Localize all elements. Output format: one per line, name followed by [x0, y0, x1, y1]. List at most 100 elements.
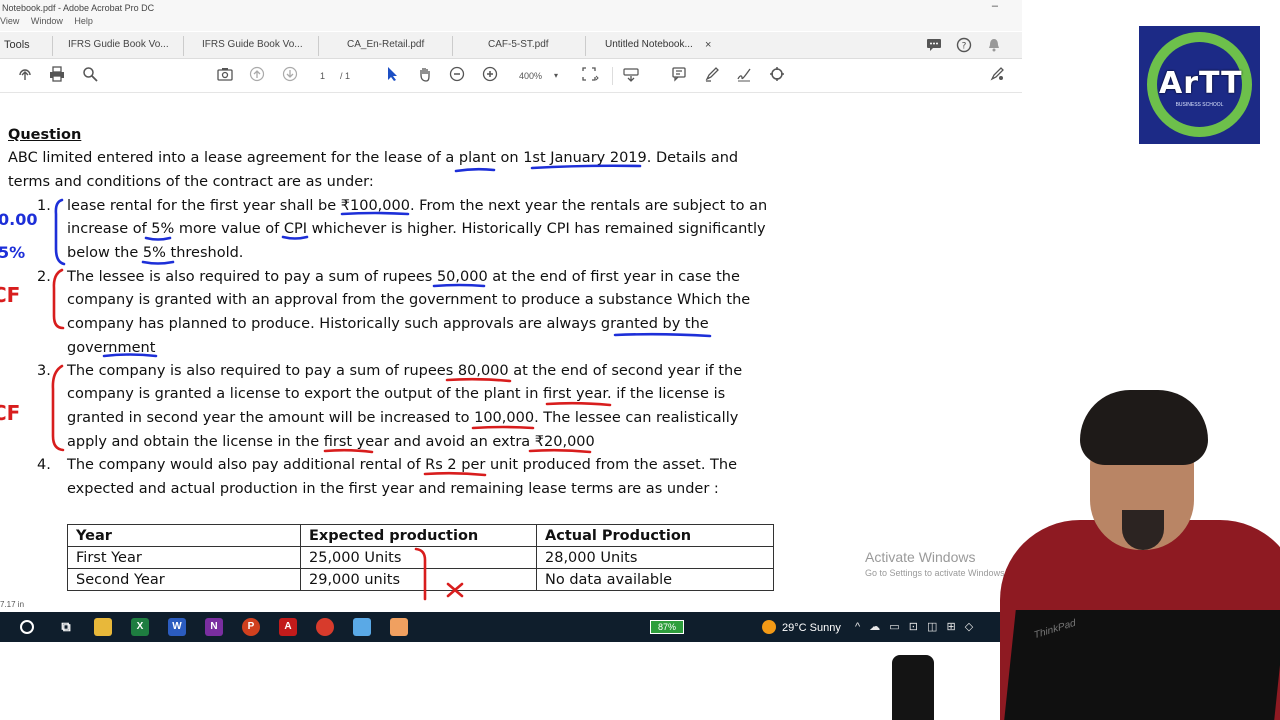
onenote-icon[interactable]: N: [205, 618, 223, 636]
fit-page-icon[interactable]: [581, 66, 599, 86]
margin-note: CF: [0, 401, 20, 425]
signature-icon[interactable]: [735, 66, 753, 86]
tab-ca-en-retail[interactable]: CA_En-Retail.pdf: [347, 39, 424, 50]
pdf-page: Question ABC limited entered into a leas…: [0, 94, 1022, 606]
tab-tools[interactable]: Tools: [4, 39, 30, 51]
fill-sign-icon[interactable]: [988, 66, 1006, 86]
item-2-line-3: company has planned to produce. Historic…: [67, 316, 709, 332]
photos-icon[interactable]: [390, 618, 408, 636]
minimize-button[interactable]: –: [992, 0, 998, 12]
tab-untitled-notebook[interactable]: Untitled Notebook...: [605, 39, 693, 50]
item-2-line-4: government: [67, 340, 156, 356]
help-icon[interactable]: ?: [956, 37, 972, 56]
keyboard-icon[interactable]: [622, 66, 640, 86]
menu-view[interactable]: View: [0, 16, 19, 26]
select-cursor-icon[interactable]: [383, 66, 401, 86]
menu-window[interactable]: Window: [31, 16, 63, 26]
previous-page-icon[interactable]: [248, 66, 266, 86]
next-page-icon[interactable]: [281, 66, 299, 86]
system-tray-icons[interactable]: ^ ☁ ▭ ⊡ ◫ ⊞ ◇: [855, 620, 976, 633]
item-1-line-1: lease rental for the first year shall be…: [67, 198, 768, 214]
production-table: Year Expected production Actual Producti…: [67, 524, 774, 591]
laptop-brand: ThinkPad: [1032, 617, 1077, 642]
bell-icon[interactable]: [986, 37, 1002, 56]
excel-icon[interactable]: X: [131, 618, 149, 636]
table-cell: 28,000 Units: [536, 546, 774, 569]
zoom-out-icon[interactable]: [448, 66, 466, 86]
item-1-line-2: increase of 5% more value of CPI whichev…: [67, 221, 766, 237]
powerpoint-icon[interactable]: P: [242, 618, 260, 636]
tab-caf-5-st[interactable]: CAF-5-ST.pdf: [488, 39, 549, 50]
item-number: 2.: [37, 269, 51, 285]
intro-line-1: ABC limited entered into a lease agreeme…: [8, 150, 739, 166]
snapshot-icon[interactable]: [216, 66, 234, 86]
item-3-line-1: The company is also required to pay a su…: [67, 363, 743, 379]
presenter-webcam: ThinkPad: [960, 380, 1280, 720]
presenter-beard: [1122, 510, 1164, 550]
margin-note: CF: [0, 283, 20, 307]
item-number: 1.: [37, 198, 51, 214]
item-2-line-1: The lessee is also required to pay a sum…: [67, 269, 740, 285]
zoom-in-icon[interactable]: [481, 66, 499, 86]
close-tab-icon[interactable]: ×: [705, 39, 711, 51]
acrobat-icon[interactable]: A: [279, 618, 297, 636]
highlight-pen-icon[interactable]: [703, 66, 721, 86]
logo-tagline: BUSINESS SCHOOL: [1175, 102, 1224, 108]
microphone: [892, 655, 934, 720]
item-1-line-3: below the 5% threshold.: [67, 245, 244, 261]
menu-help[interactable]: Help: [74, 16, 93, 26]
laptop: ThinkPad: [1004, 610, 1280, 720]
task-view-icon[interactable]: ⧉: [57, 618, 75, 636]
page-total: / 1: [340, 71, 351, 81]
logo-wordmark: ArTT: [1159, 66, 1243, 101]
table-row: Second Year 29,000 units No data availab…: [67, 568, 774, 591]
print-icon[interactable]: [48, 66, 66, 86]
page-number-input[interactable]: 1: [320, 71, 325, 81]
add-comment-icon[interactable]: [670, 66, 688, 86]
battery-indicator[interactable]: 87%: [650, 620, 684, 634]
item-number: 4.: [37, 457, 51, 473]
weather-widget[interactable]: 29°C Sunny: [762, 620, 841, 634]
table-header: Expected production: [300, 524, 537, 547]
intro-line-2: terms and conditions of the contract are…: [8, 174, 374, 190]
presenter-hair: [1080, 390, 1208, 465]
zoom-level-select[interactable]: 400%: [519, 71, 542, 81]
menu-bar: View Window Help: [0, 16, 1022, 31]
whiteboard-icon[interactable]: [353, 618, 371, 636]
item-number: 3.: [37, 363, 51, 379]
item-3-line-3: granted in second year the amount will b…: [67, 410, 739, 426]
comment-icon[interactable]: [926, 37, 942, 56]
sun-icon: [762, 620, 776, 634]
table-row: First Year 25,000 Units 28,000 Units: [67, 546, 774, 569]
weather-text: 29°C Sunny: [782, 622, 841, 634]
window-title: Notebook.pdf - Adobe Acrobat Pro DC: [2, 3, 155, 13]
file-explorer-icon[interactable]: [94, 618, 112, 636]
item-2-line-2: company is granted with an approval from…: [67, 292, 751, 308]
item-3-line-2: company is granted a license to export t…: [67, 386, 726, 402]
stamp-icon[interactable]: [768, 66, 786, 86]
table-header: Actual Production: [536, 524, 774, 547]
margin-note: 0.00: [0, 210, 37, 229]
item-4-line-1: The company would also pay additional re…: [67, 457, 738, 473]
table-header: Year: [67, 524, 301, 547]
zoom-dropdown-icon[interactable]: ▾: [554, 71, 558, 80]
chrome-icon[interactable]: [316, 618, 334, 636]
window-title-bar: Notebook.pdf - Adobe Acrobat Pro DC –: [0, 0, 1022, 16]
acrobat-toolbar: 1 / 1 400% ▾: [0, 59, 1022, 93]
document-tab-bar: Tools IFRS Gudie Book Vo... IFRS Guide B…: [0, 32, 1022, 59]
question-heading: Question: [8, 127, 82, 143]
search-icon[interactable]: [81, 66, 99, 86]
margin-note: 5%: [0, 243, 25, 262]
table-header-row: Year Expected production Actual Producti…: [67, 524, 774, 547]
page-size-indicator: 7.17 in: [0, 600, 25, 609]
table-cell: Second Year: [67, 568, 301, 591]
svg-text:?: ?: [962, 42, 967, 52]
tab-ifrs-guide-book[interactable]: IFRS Guide Book Vo...: [202, 39, 303, 50]
upload-icon[interactable]: [16, 66, 34, 86]
table-cell: No data available: [536, 568, 774, 591]
word-icon[interactable]: W: [168, 618, 186, 636]
tab-ifrs-gudie-book[interactable]: IFRS Gudie Book Vo...: [68, 39, 169, 50]
search-circle-icon[interactable]: [20, 620, 34, 634]
hand-tool-icon[interactable]: [416, 66, 434, 86]
item-3-line-4: apply and obtain the license in the firs…: [67, 434, 595, 450]
